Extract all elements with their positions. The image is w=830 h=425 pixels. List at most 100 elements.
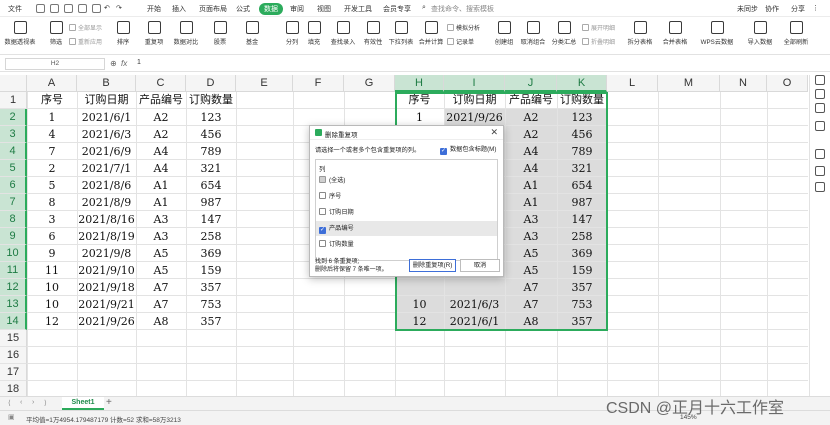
- table-cell[interactable]: 258: [186, 228, 236, 245]
- column-option[interactable]: 序号: [316, 189, 497, 204]
- sheet-tab-sheet1[interactable]: Sheet1: [62, 397, 104, 410]
- create-group-button[interactable]: 创建组: [491, 17, 517, 55]
- table-cell[interactable]: 2021/7/1: [77, 160, 136, 177]
- row-header[interactable]: 3: [0, 126, 27, 143]
- tab-member[interactable]: 会员专享: [383, 4, 411, 14]
- row-header[interactable]: 14: [0, 313, 27, 330]
- row-header[interactable]: 5: [0, 160, 27, 177]
- more-icon[interactable]: ⋮: [812, 4, 819, 12]
- table-cell[interactable]: A1: [136, 177, 186, 194]
- table-cell[interactable]: 456: [186, 126, 236, 143]
- pivot-table-button[interactable]: 数据透视表: [2, 17, 38, 55]
- table-cell[interactable]: 2021/9/10: [77, 262, 136, 279]
- tab-insert[interactable]: 插入: [172, 4, 186, 14]
- table-cell[interactable]: A7: [136, 279, 186, 296]
- add-sheet-icon[interactable]: +: [106, 397, 112, 408]
- checkbox-icon[interactable]: [319, 208, 326, 215]
- table-cell[interactable]: 654: [186, 177, 236, 194]
- shapes-icon[interactable]: [815, 103, 825, 113]
- remove-duplicates-button[interactable]: 删除重复项(R): [409, 259, 456, 272]
- fx-icon[interactable]: fx: [121, 59, 127, 68]
- table-cell[interactable]: A1: [136, 194, 186, 211]
- table-cell[interactable]: A3: [136, 211, 186, 228]
- table-cell[interactable]: A4: [136, 160, 186, 177]
- table-cell[interactable]: A2: [136, 109, 186, 126]
- table-cell[interactable]: 2021/8/9: [77, 194, 136, 211]
- cancel-button[interactable]: 取消: [460, 259, 500, 272]
- column-header[interactable]: G: [344, 75, 395, 92]
- fund-button[interactable]: 基金: [241, 17, 263, 55]
- sync-status[interactable]: 未同步: [737, 4, 758, 14]
- table-cell[interactable]: 123: [186, 109, 236, 126]
- table-cell[interactable]: 2021/6/9: [77, 143, 136, 160]
- table-cell[interactable]: 4: [27, 126, 77, 143]
- select-all-corner[interactable]: [0, 75, 27, 92]
- column-header[interactable]: H: [395, 75, 444, 92]
- save-icon[interactable]: [64, 4, 73, 13]
- table-cell[interactable]: A7: [136, 296, 186, 313]
- tab-formula[interactable]: 公式: [236, 4, 250, 14]
- table-cell[interactable]: A4: [136, 143, 186, 160]
- tab-view[interactable]: 视图: [317, 4, 331, 14]
- collapse-pane-icon[interactable]: [815, 75, 825, 85]
- row-header[interactable]: 8: [0, 211, 27, 228]
- reapply-button[interactable]: 重新应用: [69, 37, 102, 46]
- status-mode-icon[interactable]: ▣: [8, 413, 15, 421]
- table-cell[interactable]: 2021/9/26: [77, 313, 136, 330]
- table-cell[interactable]: A5: [136, 262, 186, 279]
- column-header[interactable]: A: [27, 75, 77, 92]
- column-header[interactable]: B: [77, 75, 136, 92]
- row-header[interactable]: 16: [0, 347, 27, 364]
- table-cell[interactable]: A3: [136, 228, 186, 245]
- checkbox-icon[interactable]: [319, 176, 326, 183]
- table-cell[interactable]: 2021/6/1: [77, 109, 136, 126]
- table-cell[interactable]: A8: [136, 313, 186, 330]
- table-cell[interactable]: 987: [186, 194, 236, 211]
- table-cell[interactable]: 159: [186, 262, 236, 279]
- table-header-cell[interactable]: 订购数量: [186, 92, 236, 109]
- preview-icon[interactable]: [92, 4, 101, 13]
- checkbox-icon[interactable]: [319, 192, 326, 199]
- last-sheet-icon[interactable]: ⟩: [44, 399, 47, 407]
- table-cell[interactable]: A2: [136, 126, 186, 143]
- row-header[interactable]: 13: [0, 296, 27, 313]
- row-header[interactable]: 1: [0, 92, 27, 109]
- prev-sheet-icon[interactable]: ‹: [20, 399, 22, 406]
- table-cell[interactable]: 2021/9/8: [77, 245, 136, 262]
- tab-developer[interactable]: 开发工具: [344, 4, 372, 14]
- name-box[interactable]: H2: [5, 58, 105, 70]
- table-header-cell[interactable]: 产品编号: [136, 92, 186, 109]
- table-cell[interactable]: 2: [27, 160, 77, 177]
- row-header[interactable]: 18: [0, 381, 27, 396]
- select-icon[interactable]: [815, 89, 825, 99]
- column-header[interactable]: N: [720, 75, 767, 92]
- row-header[interactable]: 17: [0, 364, 27, 381]
- ungroup-button[interactable]: 取消组合: [519, 17, 547, 55]
- column-option[interactable]: 订购数量: [316, 237, 497, 252]
- consolidate-button[interactable]: 合并计算: [417, 17, 445, 55]
- tab-review[interactable]: 审阅: [290, 4, 304, 14]
- column-header[interactable]: J: [505, 75, 557, 92]
- row-header[interactable]: 11: [0, 262, 27, 279]
- column-header[interactable]: L: [607, 75, 658, 92]
- column-header[interactable]: D: [186, 75, 236, 92]
- data-compare-button[interactable]: 数据对比: [170, 17, 202, 55]
- stock-button[interactable]: 股票: [209, 17, 231, 55]
- row-header[interactable]: 7: [0, 194, 27, 211]
- refresh-all-button[interactable]: 全部刷新: [780, 17, 812, 55]
- table-cell[interactable]: 321: [186, 160, 236, 177]
- row-header[interactable]: 4: [0, 143, 27, 160]
- show-all-button[interactable]: 全部显示: [69, 23, 102, 32]
- backup-icon[interactable]: [815, 182, 825, 192]
- tab-page-layout[interactable]: 页面布局: [199, 4, 227, 14]
- help-icon[interactable]: [815, 149, 825, 159]
- split-table-button[interactable]: 拆分表格: [625, 17, 655, 55]
- table-cell[interactable]: 6: [27, 228, 77, 245]
- column-header[interactable]: K: [557, 75, 607, 92]
- row-header[interactable]: 10: [0, 245, 27, 262]
- table-header-cell[interactable]: 序号: [27, 92, 77, 109]
- next-sheet-icon[interactable]: ›: [32, 399, 34, 406]
- table-cell[interactable]: 147: [186, 211, 236, 228]
- share-button[interactable]: 分享: [791, 4, 805, 14]
- has-header-checkbox[interactable]: ✓ 数据包含标题(M): [440, 144, 496, 155]
